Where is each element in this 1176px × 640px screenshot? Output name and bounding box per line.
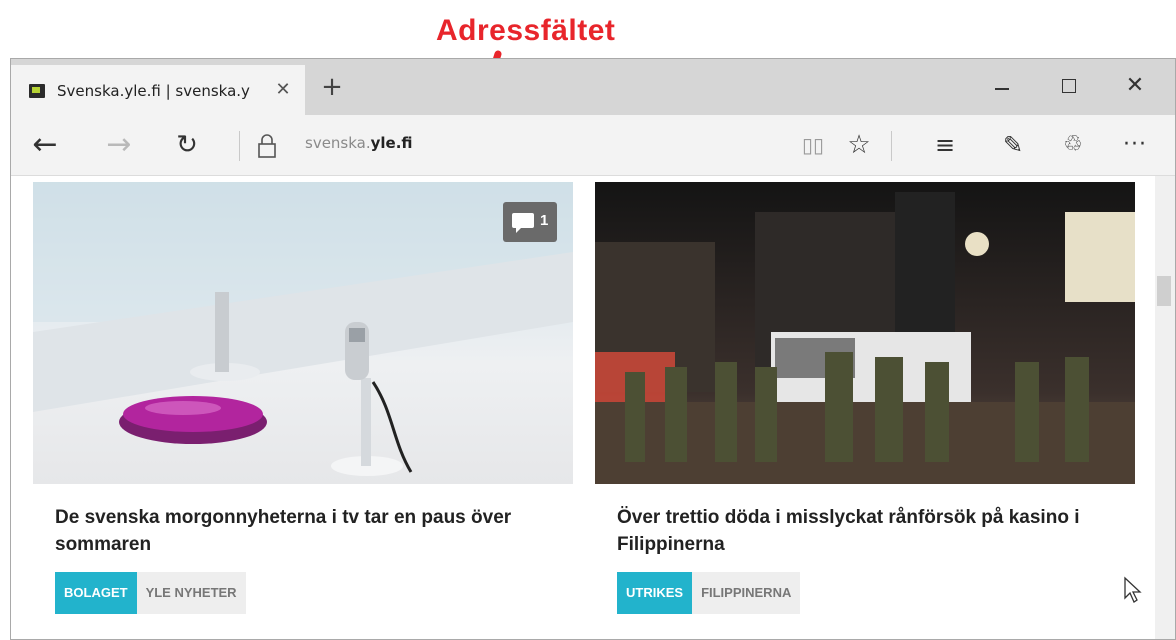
scrollbar-thumb[interactable] [1157, 276, 1171, 306]
article-card[interactable]: 1 De svenska morgonnyheterna i tv tar en… [33, 182, 573, 614]
web-note-icon[interactable]: ✎ [995, 127, 1031, 163]
address-bar[interactable]: svenska.yle.fi [305, 134, 413, 152]
share-icon[interactable]: ♲ [1055, 127, 1091, 163]
new-tab-button[interactable]: + [317, 73, 347, 103]
navigation-bar: ← → ↻ svenska.yle.fi ▯▯ ☆ ≡ ✎ ♲ ··· [11, 115, 1175, 176]
refresh-icon[interactable]: ↻ [169, 127, 205, 163]
tag-yle-nyheter[interactable]: YLE NYHETER [136, 572, 246, 614]
favorite-star-icon[interactable]: ☆ [841, 127, 877, 163]
article-card[interactable]: Över trettio döda i misslyckat rånförsök… [595, 182, 1135, 614]
lock-icon [258, 134, 276, 158]
url-prefix: svenska. [305, 134, 371, 152]
article-title[interactable]: De svenska morgonnyheterna i tv tar en p… [55, 504, 545, 558]
article-tags: UTRIKES FILIPPINERNA [617, 572, 1135, 614]
comment-icon [512, 213, 534, 233]
article-tags: BOLAGET YLE NYHETER [55, 572, 573, 614]
article-image[interactable]: 1 [33, 182, 573, 484]
hub-icon[interactable]: ≡ [927, 127, 963, 163]
title-bar: Svenska.yle.fi | svenska.y ✕ + ✕ [11, 59, 1175, 115]
mouse-cursor-icon [1124, 576, 1142, 603]
reading-view-icon[interactable]: ▯▯ [795, 127, 831, 163]
night-street-photo [595, 192, 1135, 484]
tag-utrikes[interactable]: UTRIKES [617, 572, 693, 614]
more-icon[interactable]: ··· [1117, 127, 1153, 163]
microphone-photo [33, 182, 573, 476]
article-title[interactable]: Över trettio döda i misslyckat rånförsök… [617, 504, 1107, 558]
url-domain: yle.fi [370, 134, 413, 152]
comment-count: 1 [540, 212, 549, 229]
annotation-label: Adressfältet [436, 14, 616, 47]
tab-close-icon[interactable]: ✕ [271, 77, 295, 103]
browser-tab[interactable]: Svenska.yle.fi | svenska.y ✕ [11, 65, 305, 115]
comment-count-badge[interactable]: 1 [503, 202, 557, 242]
tab-title: Svenska.yle.fi | svenska.y [57, 82, 250, 100]
forward-arrow-icon[interactable]: → [101, 127, 137, 163]
tag-filippinerna[interactable]: FILIPPINERNA [692, 572, 801, 614]
yle-favicon-icon [29, 84, 45, 98]
tag-bolaget[interactable]: BOLAGET [55, 572, 137, 614]
article-image[interactable] [595, 182, 1135, 484]
maximize-button[interactable] [1051, 71, 1087, 101]
close-window-button[interactable]: ✕ [1117, 71, 1153, 101]
minimize-button[interactable] [983, 71, 1019, 101]
scrollbar[interactable] [1155, 176, 1175, 639]
page-content: 1 De svenska morgonnyheterna i tv tar en… [11, 176, 1175, 639]
browser-window: Svenska.yle.fi | svenska.y ✕ + ✕ ← → ↻ s… [10, 58, 1176, 640]
toolbar-divider [239, 131, 240, 161]
toolbar-divider [891, 131, 892, 161]
back-arrow-icon[interactable]: ← [27, 127, 63, 163]
